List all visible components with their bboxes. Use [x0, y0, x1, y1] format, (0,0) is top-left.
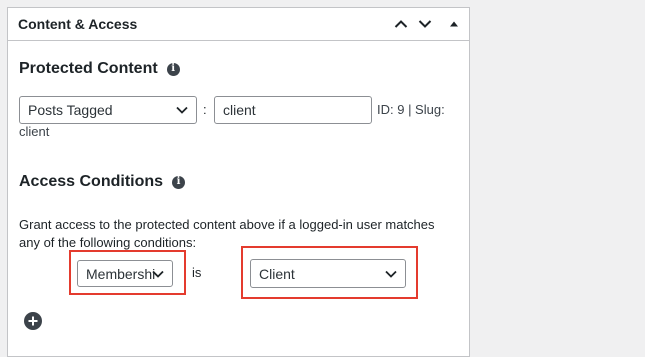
protected-term-input[interactable]: client: [214, 96, 372, 124]
chevron-down-icon: [152, 270, 164, 278]
protected-content-heading-text: Protected Content: [19, 60, 158, 77]
input-value: client: [223, 102, 256, 118]
panel-title: Content & Access: [18, 16, 138, 32]
term-id-slug-label: ID: 9 | Slug:: [377, 102, 445, 117]
access-conditions-heading-text: Access Conditions: [19, 173, 164, 190]
plus-icon: [28, 316, 38, 326]
chevron-up-icon: [394, 20, 408, 28]
info-icon[interactable]: i: [172, 175, 186, 189]
toggle-panel-button[interactable]: [444, 14, 464, 34]
content-access-panel: Content & Access Protected Content i Pos…: [7, 7, 470, 357]
condition-operator: is: [192, 265, 202, 280]
protected-content-type-select[interactable]: Posts Tagged: [19, 96, 197, 124]
triangle-up-icon: [450, 21, 458, 27]
add-condition-button[interactable]: [24, 312, 42, 330]
select-value: Client: [259, 265, 295, 282]
term-slug-value: client: [19, 124, 50, 139]
panel-header: Content & Access: [8, 8, 469, 41]
separator-colon: :: [203, 102, 207, 117]
condition-value-select[interactable]: Client: [250, 259, 406, 288]
condition-field-select[interactable]: Membershi: [77, 260, 173, 287]
move-down-button[interactable]: [415, 14, 435, 34]
access-conditions-heading: Access Conditions i: [19, 173, 186, 191]
info-icon[interactable]: i: [166, 62, 180, 76]
chevron-down-icon: [418, 20, 432, 28]
select-value: Posts Tagged: [28, 102, 113, 118]
chevron-down-icon: [385, 270, 397, 278]
protected-content-heading: Protected Content i: [19, 60, 180, 78]
chevron-down-icon: [176, 106, 188, 114]
select-value: Membershi: [86, 265, 156, 282]
move-up-button[interactable]: [391, 14, 411, 34]
